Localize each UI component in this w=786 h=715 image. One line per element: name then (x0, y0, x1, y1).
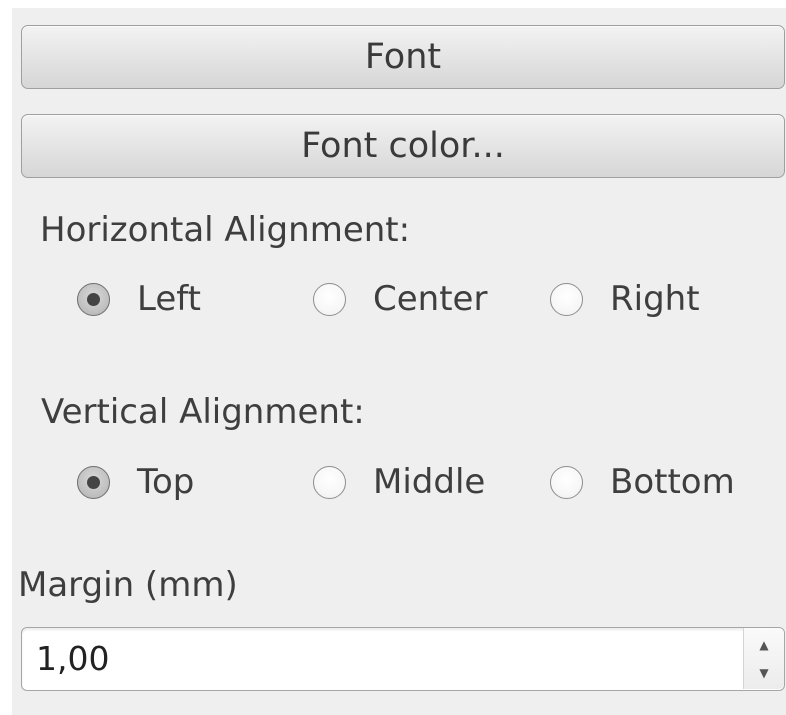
vertical-alignment-label: Vertical Alignment: (41, 392, 365, 432)
radio-unchecked-icon (550, 465, 583, 499)
margin-label: Margin (mm) (18, 565, 238, 605)
spin-up-icon[interactable]: ▲ (744, 630, 784, 660)
radio-label: Left (137, 279, 201, 319)
font-button[interactable]: Font (21, 25, 785, 89)
font-button-label: Font (364, 37, 442, 77)
radio-checked-icon (77, 465, 110, 499)
radio-label: Center (373, 279, 488, 319)
horizontal-alignment-label: Horizontal Alignment: (40, 210, 411, 250)
radio-vertical-bottom[interactable]: Bottom (550, 456, 735, 508)
radio-vertical-middle[interactable]: Middle (313, 456, 485, 508)
vertical-alignment-group: Top Middle Bottom (0, 456, 786, 508)
font-color-button-label: Font color... (301, 126, 505, 166)
radio-vertical-top[interactable]: Top (77, 456, 194, 508)
radio-horizontal-center[interactable]: Center (313, 273, 487, 325)
spin-buttons: ▲ ▼ (743, 628, 784, 689)
radio-label: Right (610, 279, 700, 319)
radio-unchecked-icon (550, 282, 583, 316)
margin-input[interactable]: 1,00 (36, 628, 109, 689)
spin-down-icon[interactable]: ▼ (744, 658, 784, 688)
radio-label: Bottom (610, 462, 735, 502)
radio-label: Top (137, 462, 195, 502)
radio-checked-icon (77, 282, 110, 316)
horizontal-alignment-group: Left Center Right (0, 273, 786, 325)
radio-horizontal-left[interactable]: Left (77, 273, 201, 325)
margin-spinbox[interactable]: 1,00 ▲ ▼ (21, 627, 785, 691)
radio-unchecked-icon (313, 465, 346, 499)
font-color-button[interactable]: Font color... (21, 114, 785, 178)
radio-horizontal-right[interactable]: Right (550, 273, 700, 325)
radio-unchecked-icon (313, 282, 346, 316)
radio-label: Middle (373, 462, 486, 502)
